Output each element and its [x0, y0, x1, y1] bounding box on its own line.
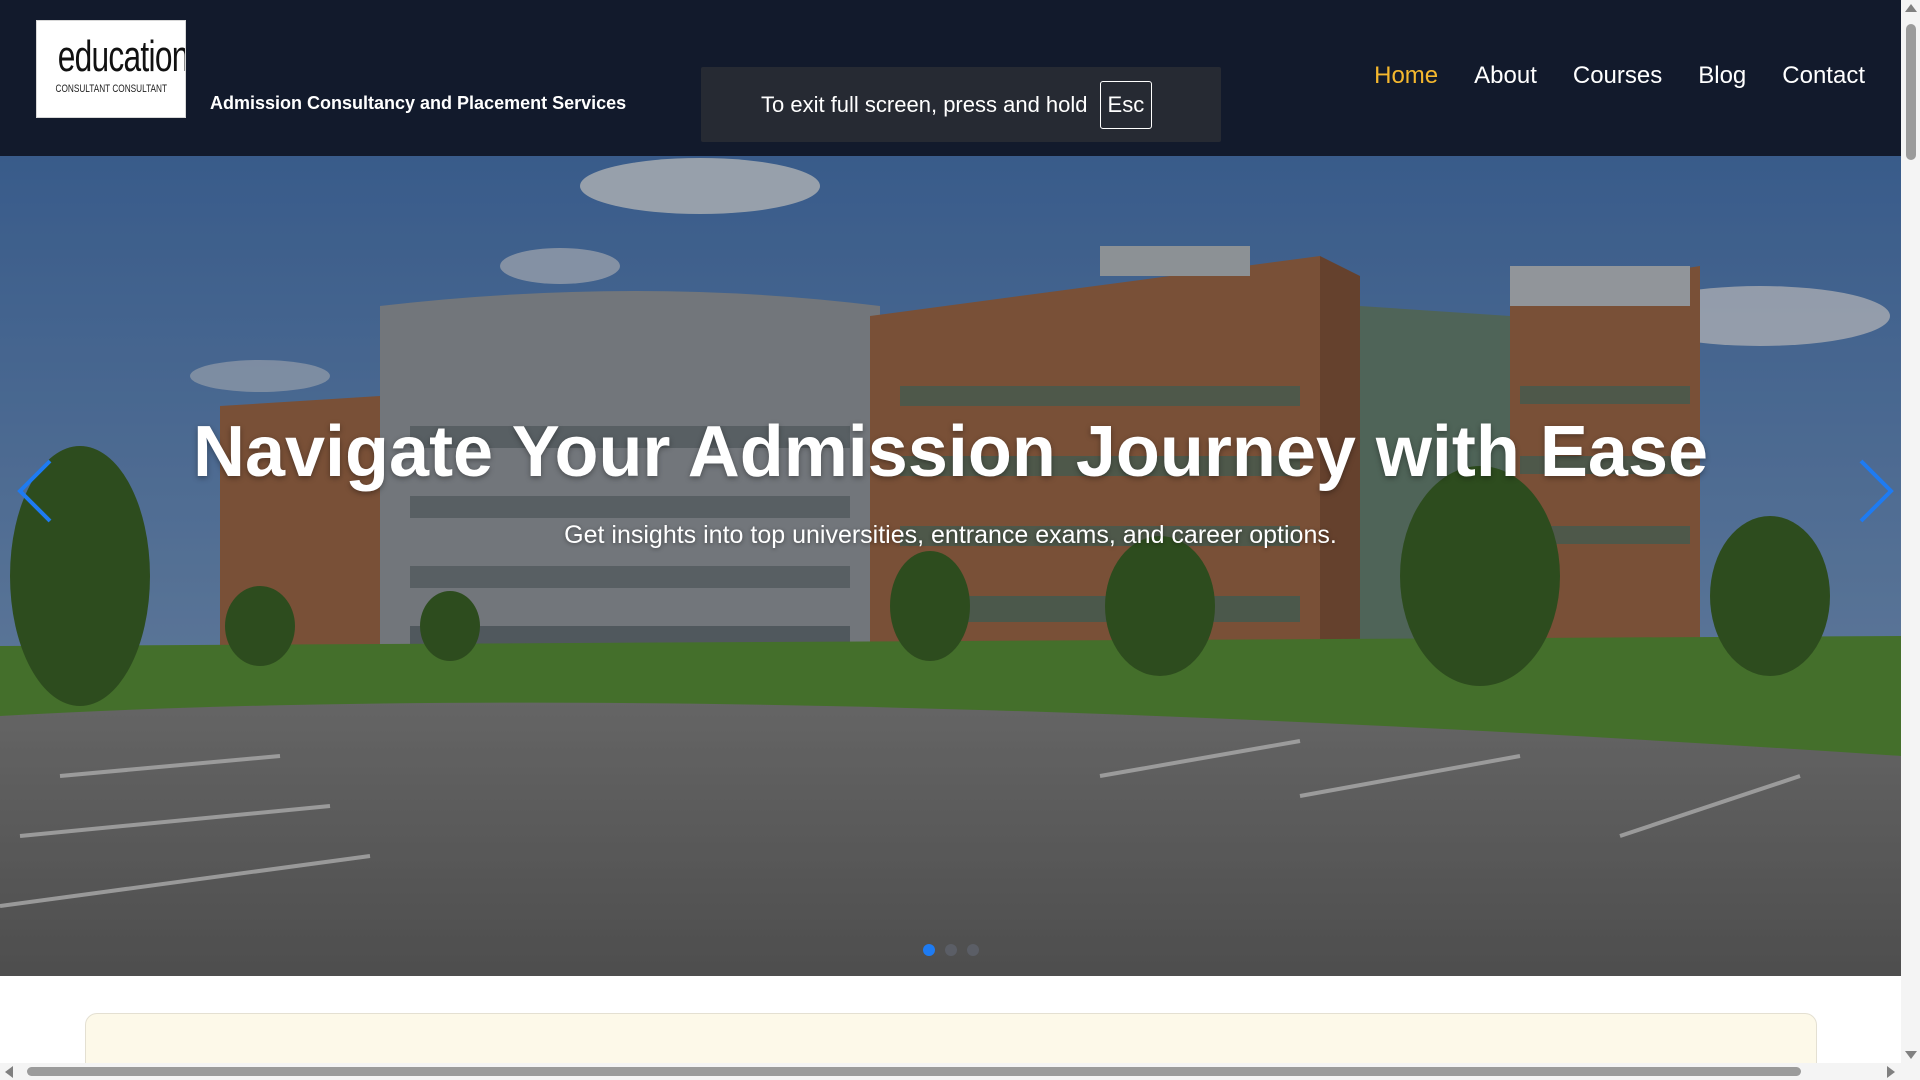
carousel-dot-3[interactable] — [966, 944, 979, 956]
chevron-right-icon — [1859, 459, 1894, 523]
nav-item-contact[interactable]: Contact — [1782, 62, 1865, 90]
carousel-dot-1[interactable] — [922, 944, 935, 956]
carousel-prev-button[interactable] — [10, 451, 60, 531]
fullscreen-exit-toast: To exit full screen, press and hold Esc — [701, 67, 1221, 142]
vertical-scroll-thumb[interactable] — [1906, 24, 1916, 160]
horizontal-scroll-thumb[interactable] — [27, 1067, 1801, 1076]
carousel-dot-2[interactable] — [944, 944, 957, 956]
site-header: education CONSULTANT CONSULTANT Admissio… — [0, 0, 1901, 156]
nav-item-courses[interactable]: Courses — [1573, 62, 1662, 90]
scroll-left-icon[interactable] — [5, 1066, 13, 1078]
hero-title: Navigate Your Admission Journey with Eas… — [192, 412, 1709, 492]
scroll-down-icon[interactable] — [1905, 1051, 1917, 1059]
nav-item-about[interactable]: About — [1474, 62, 1537, 90]
esc-key-badge: Esc — [1099, 80, 1153, 129]
chevron-left-icon — [17, 459, 52, 523]
hero-overlay — [0, 156, 1901, 976]
site-tagline: Admission Consultancy and Placement Serv… — [210, 93, 627, 113]
page: education CONSULTANT CONSULTANT Admissio… — [0, 0, 1920, 1080]
carousel-next-button[interactable] — [1851, 451, 1901, 531]
vertical-scrollbar[interactable] — [1901, 0, 1920, 1063]
horizontal-scrollbar[interactable] — [0, 1063, 1920, 1080]
nav-item-home[interactable]: Home — [1374, 62, 1438, 90]
logo-wordmark: education — [57, 32, 186, 81]
hero-carousel: Navigate Your Admission Journey with Eas… — [0, 156, 1901, 976]
logo-subtext: CONSULTANT CONSULTANT — [55, 83, 168, 95]
hero-subtitle: Get insights into top universities, entr… — [564, 521, 1337, 549]
scroll-right-icon[interactable] — [1887, 1066, 1895, 1078]
logo[interactable]: education CONSULTANT CONSULTANT — [36, 20, 186, 118]
carousel-indicators — [0, 944, 1901, 956]
main-nav: Home About Courses Blog Contact — [1338, 62, 1865, 90]
scroll-up-icon[interactable] — [1905, 4, 1917, 12]
fullscreen-toast-text: To exit full screen, press and hold — [761, 91, 1088, 117]
nav-item-blog[interactable]: Blog — [1698, 62, 1746, 90]
